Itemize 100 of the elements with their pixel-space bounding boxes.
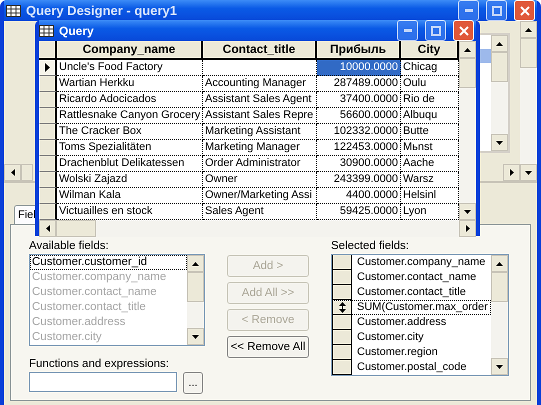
scroll-down-button[interactable] xyxy=(520,164,537,181)
expression-field[interactable] xyxy=(29,372,177,392)
scroll-up-button[interactable] xyxy=(491,255,508,272)
available-fields-list[interactable]: Customer.customer_id Customer.company_name Customer.contact_name Customer.contact_title Customer.address Customer.city xyxy=(29,254,205,346)
close-button[interactable] xyxy=(514,0,535,21)
scroll-left-icon xyxy=(10,169,14,176)
list-item[interactable]: Customer.region xyxy=(352,345,491,360)
column-header[interactable]: Прибыль xyxy=(317,41,401,60)
vertical-scrollbar[interactable] xyxy=(187,255,204,345)
row-header[interactable] xyxy=(332,255,352,270)
column-header[interactable]: City xyxy=(401,41,459,60)
column-header[interactable]: Company_name xyxy=(57,41,203,60)
scroll-thumb[interactable] xyxy=(187,272,204,302)
maximize-button[interactable] xyxy=(486,0,507,21)
row-header[interactable] xyxy=(332,315,352,330)
list-item[interactable]: Customer.city xyxy=(352,330,491,345)
table-cell: Butte xyxy=(401,124,459,140)
window-title: Query Designer - query1 xyxy=(26,3,178,18)
list-item[interactable]: Customer.contact_title xyxy=(352,285,491,300)
scroll-right-button[interactable] xyxy=(459,220,476,237)
scroll-up-button[interactable] xyxy=(491,35,508,52)
row-indicator[interactable] xyxy=(39,76,57,92)
row-header[interactable] xyxy=(332,330,352,345)
row-indicator[interactable] xyxy=(39,92,57,108)
table-cell: Chicag xyxy=(401,60,459,76)
row-indicator[interactable] xyxy=(39,60,57,76)
table-cell: 243399.0000 xyxy=(317,172,401,188)
scroll-down-button[interactable] xyxy=(459,203,476,220)
scroll-up-button[interactable] xyxy=(459,41,476,58)
row-header[interactable] xyxy=(332,285,352,300)
list-item[interactable]: Customer.postal_code xyxy=(352,360,491,375)
list-item[interactable]: Customer.contact_name xyxy=(352,270,491,285)
table-cell: Oulu xyxy=(401,76,459,92)
scroll-right-icon xyxy=(466,225,470,232)
row-indicator[interactable] xyxy=(39,156,57,172)
scroll-right-button[interactable] xyxy=(503,164,520,181)
selected-fields-list[interactable]: Customer.company_name Customer.contact_name Customer.contact_title SUM(Customer.max_order Customer.address Customer.city Customer.region Customer.postal_code xyxy=(331,254,509,376)
row-header[interactable] xyxy=(332,360,352,375)
row-indicator[interactable] xyxy=(39,204,57,220)
table-cell: Warsz xyxy=(401,172,459,188)
scroll-up-button[interactable] xyxy=(187,255,204,272)
minimize-button[interactable] xyxy=(397,20,418,41)
scroll-left-button[interactable] xyxy=(39,220,56,237)
scroll-left-button[interactable] xyxy=(4,164,21,181)
scroll-down-button[interactable] xyxy=(187,328,204,345)
scroll-thumb[interactable] xyxy=(491,52,508,82)
list-item[interactable]: Customer.customer_id xyxy=(30,255,187,270)
window-title: Query xyxy=(59,24,95,38)
table-cell: Wolski Zajazd xyxy=(57,172,203,188)
vertical-scrollbar[interactable] xyxy=(459,41,476,220)
browse-button[interactable]: ... xyxy=(183,372,203,394)
list-item[interactable]: Customer.company_name xyxy=(352,255,491,270)
table-cell: The Cracker Box xyxy=(57,124,203,140)
list-item[interactable]: Customer.address xyxy=(352,315,491,330)
table-cell: Helsinl xyxy=(401,188,459,204)
app-icon xyxy=(6,4,21,16)
row-header[interactable] xyxy=(332,345,352,360)
table-cell: Uncle's Food Factory xyxy=(57,60,203,76)
row-indicator[interactable] xyxy=(39,124,57,140)
table-cell: 4400.0000 xyxy=(317,188,401,204)
row-header[interactable] xyxy=(332,300,352,315)
vertical-scrollbar[interactable] xyxy=(491,35,508,151)
table-cell: Albuqu xyxy=(401,108,459,124)
column-header[interactable]: Contact_title xyxy=(203,41,317,60)
row-header[interactable] xyxy=(332,270,352,285)
close-button[interactable] xyxy=(453,20,474,41)
scroll-thumb[interactable] xyxy=(520,38,537,68)
horizontal-scrollbar[interactable] xyxy=(39,220,476,237)
maximize-button[interactable] xyxy=(425,20,446,41)
row-indicator[interactable] xyxy=(39,172,57,188)
minimize-button[interactable] xyxy=(458,0,479,21)
table-cell: Owner/Marketing Assi xyxy=(203,188,317,204)
vertical-scrollbar[interactable] xyxy=(520,21,537,181)
field-label: Available fields: xyxy=(29,240,110,252)
scroll-down-button[interactable] xyxy=(491,134,508,151)
table-cell: Lyon xyxy=(401,204,459,220)
scroll-thumb[interactable] xyxy=(459,58,476,88)
table-cell: 59425.0000 xyxy=(317,204,401,220)
vertical-scrollbar[interactable] xyxy=(491,255,508,375)
table-cell: Toms Spezialitäten xyxy=(57,140,203,156)
tab[interactable]: Fiel xyxy=(14,205,35,224)
scroll-up-button[interactable] xyxy=(520,21,537,38)
scroll-thumb[interactable] xyxy=(56,220,96,237)
scroll-thumb[interactable] xyxy=(21,164,33,181)
table-cell: Aache xyxy=(401,156,459,172)
scroll-down-button[interactable] xyxy=(491,358,508,375)
scroll-thumb[interactable] xyxy=(491,272,508,302)
scroll-up-icon xyxy=(464,48,471,52)
maximize-icon xyxy=(430,26,440,36)
action-button[interactable]: << Remove All xyxy=(227,336,309,358)
field-label: Selected fields: xyxy=(331,240,410,252)
table-cell: Accounting Manager xyxy=(203,76,317,92)
scroll-down-icon xyxy=(496,140,503,144)
row-indicator[interactable] xyxy=(39,188,57,204)
table-cell: Order Administrator xyxy=(203,156,317,172)
list-item[interactable]: SUM(Customer.max_order xyxy=(352,300,491,315)
scroll-down-icon xyxy=(464,210,471,214)
row-indicator[interactable] xyxy=(39,140,57,156)
table-cell: Wilman Kala xyxy=(57,188,203,204)
row-indicator[interactable] xyxy=(39,108,57,124)
